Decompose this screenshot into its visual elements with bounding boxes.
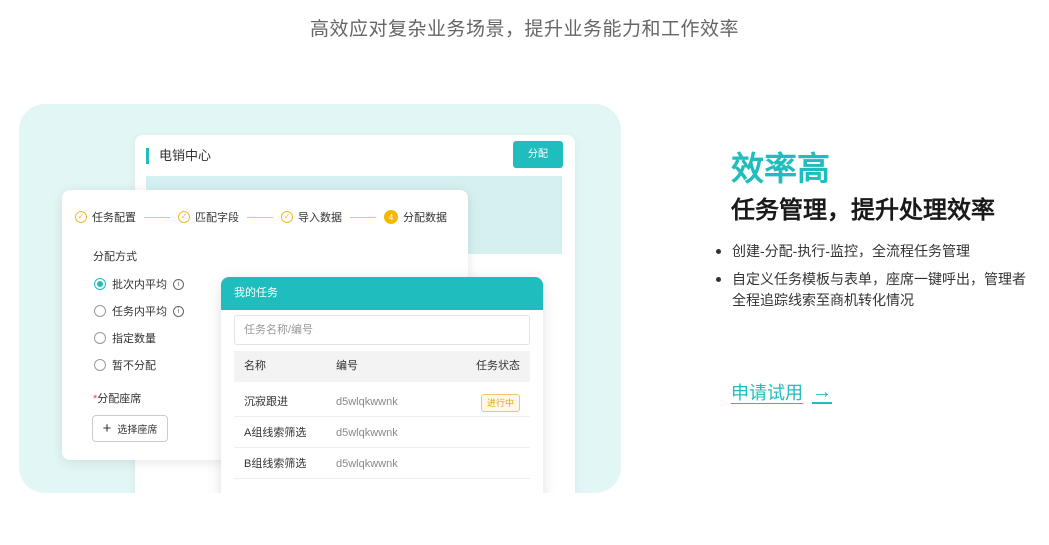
step-import-data: ✓ 导入数据: [281, 209, 342, 225]
feature-title: 效率高: [731, 150, 830, 187]
table-row[interactable]: B组线索筛选 d5wlqkwwnk: [234, 449, 530, 479]
feature-subtitle: 任务管理，提升处理效率: [731, 197, 995, 224]
step-label: 导入数据: [298, 212, 342, 224]
column-header-id: 编号: [336, 360, 358, 372]
table-header: 名称 编号 任务状态: [234, 351, 530, 382]
step-label: 分配数据: [403, 212, 447, 224]
step-label: 匹配字段: [195, 212, 239, 224]
radio-task-average[interactable]: 任务内平均 i: [94, 303, 184, 319]
task-name: 沉寂跟进: [244, 396, 288, 408]
table-row[interactable]: 沉寂跟进 d5wlqkwwnk 进行中: [234, 387, 530, 417]
feature-item: 创建-分配-执行-监控，全流程任务管理: [716, 241, 1036, 262]
apply-trial-label: 申请试用: [731, 383, 803, 403]
radio-label: 指定数量: [112, 333, 156, 345]
step-connector: [247, 216, 273, 218]
my-tasks-card: 我的任务 任务名称/编号 名称 编号 任务状态 沉寂跟进 d5wlqkwwnk …: [221, 277, 543, 493]
task-id: d5wlqkwwnk: [336, 427, 398, 439]
product-illustration: 电销中心 分配 ✓ 任务配置 ✓ 匹配字段 ✓ 导入数据 4 分配数据 分配方式…: [19, 104, 621, 493]
radio-icon: [94, 332, 106, 344]
column-header-name: 名称: [244, 360, 266, 372]
step-match-fields: ✓ 匹配字段: [178, 209, 239, 225]
check-circle-icon: ✓: [75, 211, 87, 223]
my-tasks-title: 我的任务: [221, 277, 543, 310]
call-center-title: 电销中心: [146, 148, 211, 164]
check-circle-icon: ✓: [178, 211, 190, 223]
select-seat-label: 选择座席: [117, 425, 158, 436]
apply-trial-link[interactable]: 申请试用 →: [731, 379, 832, 405]
task-id: d5wlqkwwnk: [336, 396, 398, 408]
task-search-input[interactable]: 任务名称/编号: [234, 315, 530, 345]
arrow-right-icon: →: [812, 380, 832, 403]
step-connector: [350, 216, 376, 218]
step-number-icon: 4: [384, 210, 398, 224]
radio-label: 批次内平均: [112, 279, 167, 291]
radio-specified-count[interactable]: 指定数量: [94, 330, 156, 346]
status-badge: 进行中: [480, 394, 520, 412]
feature-list: 创建-分配-执行-监控，全流程任务管理 自定义任务模板与表单，座席一键呼出，管理…: [716, 241, 1036, 318]
radio-checked-icon: [94, 278, 106, 290]
assign-mode-label: 分配方式: [93, 251, 137, 263]
task-name: A组线索筛选: [244, 427, 307, 439]
radio-icon: [94, 359, 106, 371]
task-name: B组线索筛选: [244, 458, 307, 470]
seat-label: *分配座席: [93, 390, 141, 406]
radio-label: 任务内平均: [112, 306, 167, 318]
plus-icon: +: [102, 420, 112, 437]
radio-label: 暂不分配: [112, 360, 156, 372]
radio-icon: [94, 305, 106, 317]
column-header-status: 任务状态: [476, 360, 520, 372]
task-id: d5wlqkwwnk: [336, 458, 398, 470]
select-seat-button[interactable]: + 选择座席: [92, 415, 168, 442]
step-task-config: ✓ 任务配置: [75, 209, 136, 225]
step-label: 任务配置: [92, 212, 136, 224]
info-icon[interactable]: i: [173, 278, 184, 290]
check-circle-icon: ✓: [281, 211, 293, 223]
step-progress: ✓ 任务配置 ✓ 匹配字段 ✓ 导入数据 4 分配数据: [75, 209, 447, 225]
step-connector: [144, 216, 170, 218]
step-assign-data: 4 分配数据: [384, 209, 447, 225]
table-row[interactable]: A组线索筛选 d5wlqkwwnk: [234, 418, 530, 448]
radio-batch-average[interactable]: 批次内平均 i: [94, 276, 184, 292]
radio-no-assign[interactable]: 暂不分配: [94, 357, 156, 373]
assign-button[interactable]: 分配: [513, 141, 563, 168]
info-icon[interactable]: i: [173, 305, 184, 317]
seat-label-text: 分配座席: [97, 393, 142, 405]
page-subtitle: 高效应对复杂业务场景，提升业务能力和工作效率: [309, 19, 739, 40]
feature-item: 自定义任务模板与表单，座席一键呼出，管理者全程追踪线索至商机转化情况: [716, 269, 1036, 311]
